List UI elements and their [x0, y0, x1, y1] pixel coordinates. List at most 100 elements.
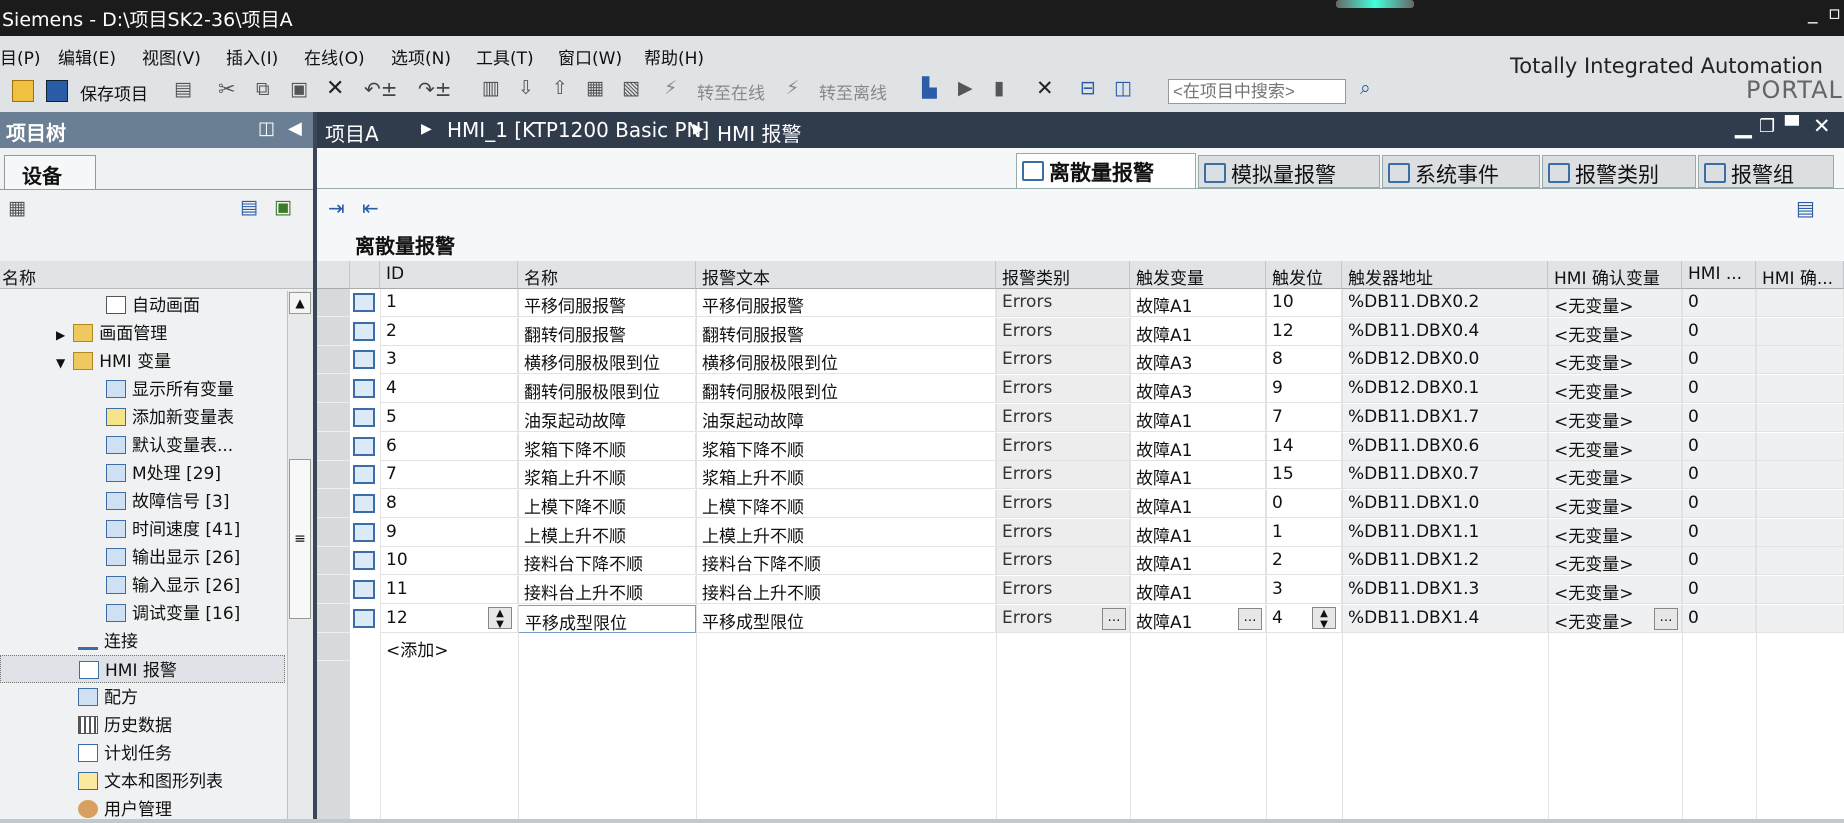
table-settings-icon[interactable]: ▤ — [1796, 196, 1815, 220]
cell-hmi-ack-bit[interactable]: 0 — [1682, 432, 1756, 461]
cell-alarm-class[interactable]: Errors — [996, 403, 1130, 432]
cell-hmi-ack-address[interactable] — [1756, 403, 1844, 432]
tree-item-recipes[interactable]: 配方 — [78, 683, 138, 711]
breadcrumb-device[interactable]: HMI_1 [KTP1200 Basic PN] — [447, 118, 709, 142]
cell-trigger-address[interactable]: %DB11.DBX1.2 — [1342, 547, 1548, 576]
cell-trigger-address[interactable]: %DB11.DBX1.1 — [1342, 518, 1548, 547]
cell-hmi-ack-address[interactable] — [1756, 547, 1844, 576]
stop-cpu-icon[interactable]: ▮ — [994, 77, 1004, 99]
cell-alarm-text[interactable]: 接料台下降不顺 — [696, 547, 996, 576]
cell-trigger-tag[interactable]: 故障A3 — [1130, 375, 1266, 404]
trigger-bit-spinner[interactable]: ▲ ▼ — [1312, 606, 1336, 630]
cell-alarm-text[interactable]: 平移伺服报警 — [696, 289, 996, 317]
cell-trigger-bit[interactable]: 10 — [1266, 289, 1342, 317]
cell-hmi-ack-address[interactable] — [1756, 375, 1844, 404]
tree-item-output-display[interactable]: 输出显示 [26] — [106, 543, 240, 571]
devices-tab[interactable]: 设备 — [4, 155, 96, 189]
table-row[interactable]: 2 翻转伺服报警 翻转伺服报警 Errors 故障A1 12 %DB11.DBX0.4 <无变… — [317, 317, 1844, 346]
tree-item-show-all-tags[interactable]: 显示所有变量 — [106, 375, 234, 403]
cell-hmi-ack-tag[interactable]: <无变量> — [1548, 317, 1682, 346]
save-icon[interactable] — [46, 80, 68, 102]
redo-icon[interactable]: ↷± — [418, 77, 452, 101]
cell-trigger-address[interactable]: %DB12.DBX0.1 — [1342, 375, 1548, 404]
cell-hmi-ack-address[interactable] — [1756, 576, 1844, 604]
cell-id[interactable]: 9 — [380, 518, 518, 547]
tree-list-icon[interactable]: ▤ — [240, 196, 258, 218]
table-row[interactable]: 10 接料台下降不顺 接料台下降不顺 Errors 故障A1 2 %DB11.DBX1.2 <… — [317, 547, 1844, 576]
cell-id[interactable]: 1 — [380, 289, 518, 317]
cell-alarm-class[interactable]: Errors — [996, 346, 1130, 375]
collapse-pane-icon[interactable]: ◀ — [288, 118, 302, 139]
cell-name[interactable]: 平移成型限位 — [518, 604, 696, 633]
cell-id[interactable]: 5 — [380, 403, 518, 432]
go-offline-icon[interactable]: ⚡ — [786, 77, 799, 99]
minimize-editor-icon[interactable]: ▁ — [1735, 114, 1752, 139]
cell-trigger-bit[interactable]: 3 — [1266, 576, 1342, 604]
cell-hmi-ack-tag[interactable]: <无变量> — [1548, 489, 1682, 518]
cell-hmi-ack-bit[interactable]: 0 — [1682, 346, 1756, 375]
accessible-devices-icon[interactable]: ▙ — [922, 77, 937, 99]
menu-options[interactable]: 选项(N) — [391, 44, 451, 69]
row-gutter-cell[interactable] — [317, 518, 350, 547]
cell-trigger-tag[interactable]: 故障A1 — [1130, 518, 1266, 547]
row-gutter-cell[interactable] — [317, 375, 350, 404]
table-row[interactable]: 11 接料台上升不顺 接料台上升不顺 Errors 故障A1 3 %DB11.DBX1.3 <… — [317, 576, 1844, 604]
tree-item-hmi-alarms[interactable]: HMI 报警 — [0, 655, 285, 683]
cell-trigger-tag[interactable]: 故障A1 — [1130, 547, 1266, 576]
cell-id[interactable]: 8 — [380, 489, 518, 518]
browse-ack-tag-button[interactable]: … — [1654, 607, 1678, 630]
cell-hmi-ack-tag[interactable]: <无变量> — [1548, 547, 1682, 576]
cell-id[interactable]: 10 — [380, 547, 518, 576]
save-project-button[interactable]: 保存项目 — [80, 80, 148, 105]
table-row[interactable]: 3 横移伺服极限到位 横移伺服极限到位 Errors 故障A3 8 %DB12.DBX0.0… — [317, 346, 1844, 375]
cell-name[interactable]: 浆箱上升不顺 — [518, 461, 696, 490]
cell-id[interactable]: 7 — [380, 461, 518, 490]
cell-hmi-ack-address[interactable] — [1756, 518, 1844, 547]
go-offline-button[interactable]: 转至离线 — [819, 79, 887, 104]
tree-item-text-graphic-lists[interactable]: 文本和图形列表 — [78, 767, 223, 795]
menu-project[interactable]: 目(P) — [0, 44, 41, 69]
cell-trigger-address[interactable]: %DB11.DBX0.6 — [1342, 432, 1548, 461]
cell-alarm-text[interactable]: 浆箱上升不顺 — [696, 461, 996, 490]
row-gutter-cell[interactable] — [317, 461, 350, 490]
tab-system-events[interactable]: 系统事件 — [1382, 155, 1540, 188]
cell-hmi-ack-tag[interactable]: <无变量> — [1548, 518, 1682, 547]
col-hmi-ack-address[interactable]: HMI 确... — [1756, 261, 1844, 289]
cell-alarm-text[interactable]: 浆箱下降不顺 — [696, 432, 996, 461]
pane-layout-icon[interactable]: ◫ — [258, 118, 275, 139]
cell-trigger-bit[interactable]: 2 — [1266, 547, 1342, 576]
start-cpu-icon[interactable]: ▶ — [958, 77, 973, 99]
start-simulation-icon[interactable]: ▦ — [586, 77, 604, 99]
tree-item-hmi-tags[interactable]: ▼ HMI 变量 — [56, 347, 171, 375]
cell-alarm-text[interactable]: 横移伺服极限到位 — [696, 346, 996, 375]
tree-export-icon[interactable]: ▣ — [274, 196, 292, 218]
cell-id[interactable]: 6 — [380, 432, 518, 461]
row-gutter-cell[interactable] — [317, 317, 350, 346]
cell-trigger-tag[interactable]: 故障A1 — [1130, 432, 1266, 461]
table-row[interactable]: 5 油泵起动故障 油泵起动故障 Errors 故障A1 7 %DB11.DBX1.7 <无变量… — [317, 403, 1844, 432]
go-online-icon[interactable]: ⚡ — [664, 77, 677, 99]
cell-hmi-ack-tag[interactable]: <无变量> — [1548, 432, 1682, 461]
tree-overview-icon[interactable]: ▦ — [8, 197, 26, 219]
cut-icon[interactable]: ✂ — [218, 77, 236, 101]
cell-trigger-bit[interactable]: 0 — [1266, 489, 1342, 518]
cell-hmi-ack-address[interactable] — [1756, 461, 1844, 490]
compile-icon[interactable]: ▥ — [482, 77, 500, 99]
cross-reference-icon[interactable]: ✕ — [1036, 76, 1054, 100]
cell-trigger-address[interactable]: %DB11.DBX1.0 — [1342, 489, 1548, 518]
cell-trigger-address[interactable]: %DB11.DBX0.4 — [1342, 317, 1548, 346]
cell-trigger-bit[interactable]: 9 — [1266, 375, 1342, 404]
float-editor-icon[interactable]: ❐ — [1759, 116, 1775, 137]
cell-trigger-tag[interactable]: 故障A3 — [1130, 346, 1266, 375]
cell-alarm-text[interactable]: 上模下降不顺 — [696, 489, 996, 518]
expand-all-icon[interactable]: ⇥ — [328, 196, 345, 220]
split-vertical-icon[interactable]: ◫ — [1114, 77, 1132, 99]
cell-hmi-ack-tag[interactable]: <无变量> — [1548, 289, 1682, 317]
row-gutter-cell[interactable] — [317, 489, 350, 518]
tree-item-input-display[interactable]: 输入显示 [26] — [106, 571, 240, 599]
menu-insert[interactable]: 插入(I) — [226, 44, 278, 69]
col-name[interactable]: 名称 — [518, 261, 696, 289]
cell-trigger-bit[interactable]: 14 — [1266, 432, 1342, 461]
menu-view[interactable]: 视图(V) — [142, 44, 201, 69]
undo-icon[interactable]: ↶± — [364, 77, 398, 101]
